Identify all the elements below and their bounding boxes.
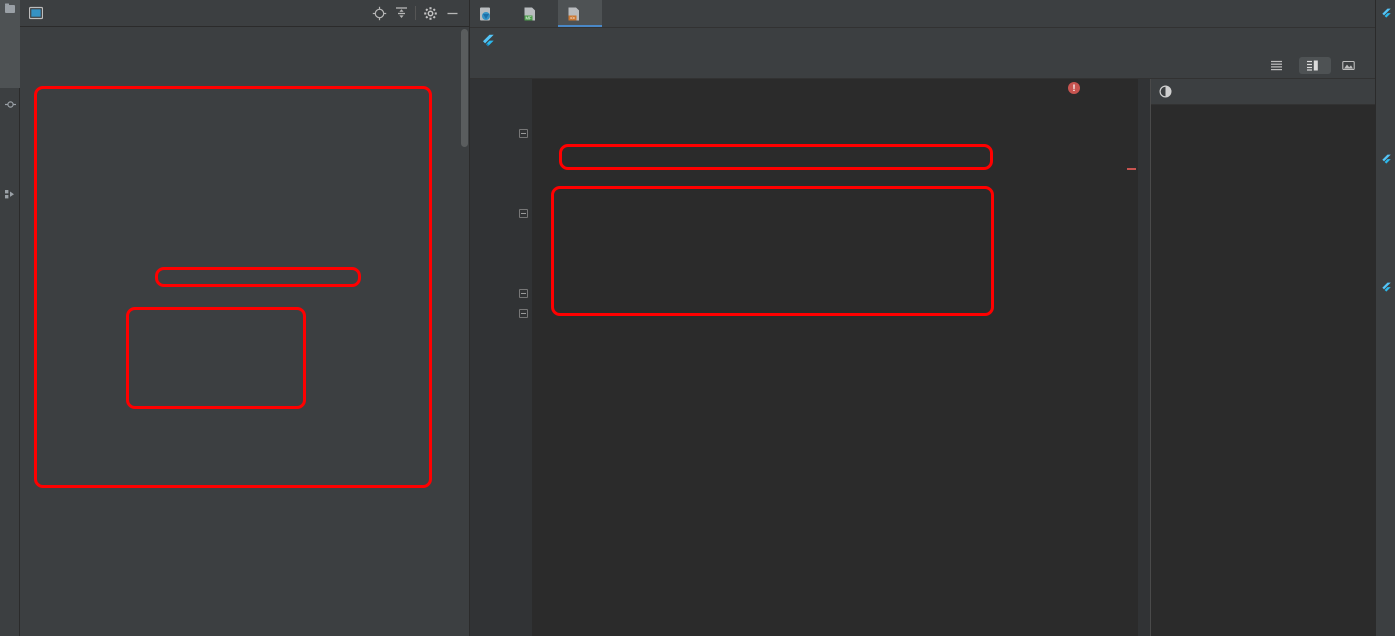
project-icon xyxy=(4,3,16,14)
sidebar-item-structure[interactable] xyxy=(0,566,20,630)
project-panel-header xyxy=(20,0,469,27)
flutter-logo-icon xyxy=(1380,8,1391,22)
project-panel xyxy=(20,0,470,636)
editor-scrollbar[interactable] xyxy=(1138,79,1150,636)
tab-launch-background-xml[interactable]: <> xyxy=(558,0,602,27)
error-indicator[interactable]: ! xyxy=(1068,82,1095,94)
error-icon: ! xyxy=(1068,82,1080,94)
editor-tab-bar: MF <> xyxy=(470,0,1375,27)
left-tool-strip xyxy=(0,0,20,636)
fold-handle[interactable] xyxy=(516,303,530,323)
fold-handle[interactable] xyxy=(516,123,530,143)
error-marker[interactable] xyxy=(1127,168,1136,170)
gear-icon[interactable] xyxy=(419,2,441,24)
xml-file-icon: <> xyxy=(567,7,581,21)
fold-handle[interactable] xyxy=(516,283,530,303)
tab-main-dart[interactable] xyxy=(470,0,514,27)
editor-marker-bar[interactable] xyxy=(1126,79,1138,636)
minimize-icon[interactable] xyxy=(441,2,463,24)
right-tool-strip xyxy=(1375,0,1395,636)
sidebar-item-resource-manager[interactable] xyxy=(0,186,20,308)
editor-gutter xyxy=(470,79,532,636)
tree-scrollbar[interactable] xyxy=(461,29,468,147)
flutter-logo-icon xyxy=(480,34,494,48)
manifest-file-icon: MF xyxy=(523,7,537,21)
flutter-commands-bar xyxy=(470,27,1375,53)
editor-area: MF <> ! xyxy=(470,0,1375,636)
theme-contrast-icon xyxy=(1159,85,1172,98)
editor-split-view: ! xyxy=(470,79,1375,636)
mode-button-code[interactable] xyxy=(1263,57,1295,74)
sidebar-item-flutter-inspector[interactable] xyxy=(1375,4,1395,130)
editor-mode-bar xyxy=(470,53,1375,79)
locate-target-icon[interactable] xyxy=(368,2,390,24)
sidebar-item-project[interactable] xyxy=(0,0,20,88)
design-image-icon xyxy=(1342,59,1355,72)
tab-bar-filler xyxy=(602,0,1375,27)
commit-icon xyxy=(4,99,16,110)
collapse-all-icon[interactable] xyxy=(390,2,412,24)
project-file-tree[interactable] xyxy=(20,27,469,636)
code-lines-icon xyxy=(1270,59,1283,72)
svg-text:MF: MF xyxy=(525,15,531,20)
svg-text:<>: <> xyxy=(570,15,575,20)
tab-androidmanifest-xml[interactable]: MF xyxy=(514,0,558,27)
design-preview-pane xyxy=(1150,79,1375,636)
sidebar-item-flutter-performance[interactable] xyxy=(1375,278,1395,418)
fold-handle[interactable] xyxy=(516,203,530,223)
line-number-column xyxy=(470,79,514,83)
flutter-logo-icon xyxy=(1380,154,1391,168)
flutter-logo-icon xyxy=(1380,282,1391,296)
sidebar-item-commit[interactable] xyxy=(0,96,20,176)
project-window-icon xyxy=(29,6,43,20)
preview-canvas[interactable] xyxy=(1151,105,1375,636)
split-view-icon xyxy=(1306,59,1319,72)
mode-button-design[interactable] xyxy=(1335,57,1367,74)
ide-window: MF <> ! xyxy=(0,0,1395,636)
code-folding-column[interactable] xyxy=(516,83,530,343)
resource-manager-icon xyxy=(4,189,16,200)
dart-file-icon xyxy=(479,7,493,21)
mode-button-split[interactable] xyxy=(1299,57,1331,74)
code-editor-pane[interactable]: ! xyxy=(470,79,1150,636)
sidebar-item-flutter-outline[interactable] xyxy=(1375,150,1395,262)
theme-selector-bar[interactable] xyxy=(1151,79,1375,105)
